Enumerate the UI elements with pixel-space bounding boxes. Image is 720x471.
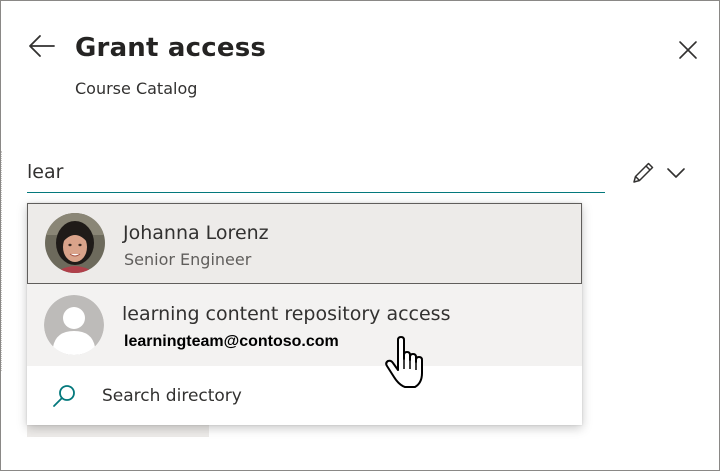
grant-access-panel: Grant access Course Catalog lear Johanna… <box>0 0 720 471</box>
suggestion-job-title: Senior Engineer <box>124 250 252 269</box>
panel-title: Grant access <box>75 33 267 63</box>
suggestion-name: learning content repository access <box>122 303 451 325</box>
search-icon <box>53 385 75 407</box>
search-directory-label: Search directory <box>102 386 242 406</box>
close-button[interactable] <box>673 35 703 65</box>
chevron-down-icon <box>667 168 685 178</box>
suggestion-item[interactable]: learning content repository access learn… <box>27 284 582 366</box>
back-arrow-icon <box>29 35 55 57</box>
panel-edge <box>1 151 5 371</box>
close-icon <box>679 41 697 59</box>
suggestion-name: Johanna Lorenz <box>123 222 269 244</box>
search-directory-button[interactable]: Search directory <box>27 366 582 425</box>
pencil-icon <box>633 162 654 183</box>
panel-subtitle: Course Catalog <box>75 79 198 98</box>
people-search-input[interactable] <box>27 151 605 193</box>
suggestions-dropdown: Johanna Lorenz Senior Engineer learning … <box>27 203 582 425</box>
suggestion-email: learningteam@contoso.com <box>124 333 339 350</box>
suggestion-item[interactable]: Johanna Lorenz Senior Engineer <box>27 203 582 284</box>
back-button[interactable] <box>27 31 57 61</box>
avatar <box>45 213 105 273</box>
permission-dropdown[interactable] <box>629 157 691 189</box>
default-person-icon <box>44 295 104 355</box>
